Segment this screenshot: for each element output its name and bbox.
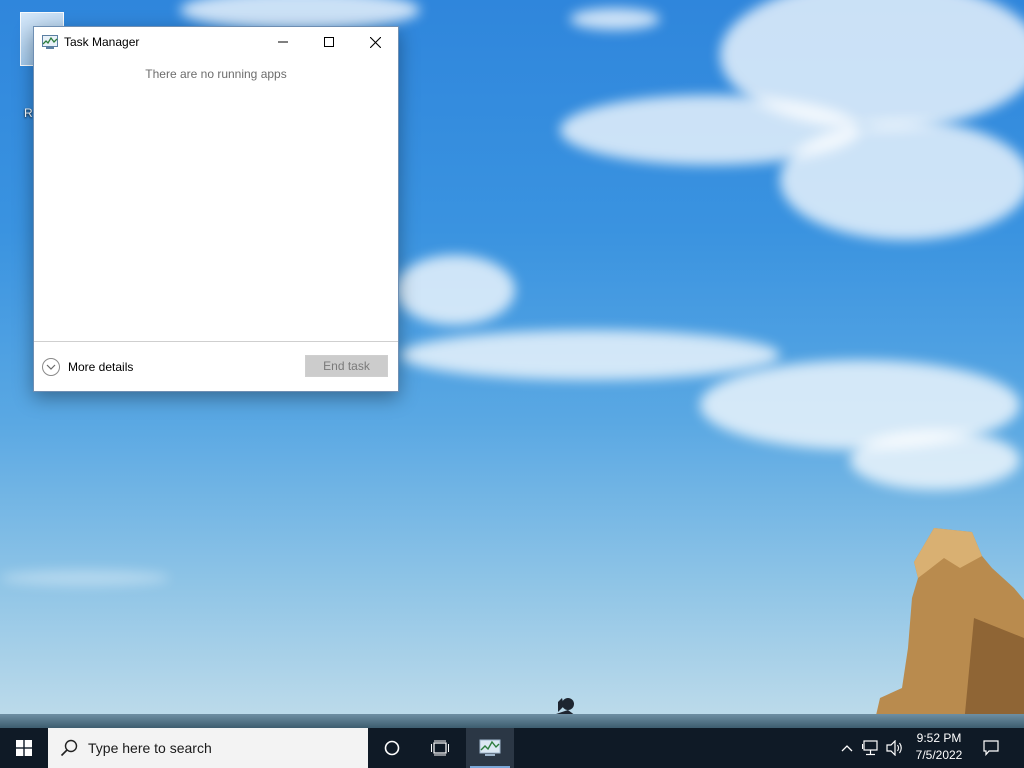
clock-time: 9:52 PM <box>916 731 962 745</box>
volume-button[interactable] <box>884 728 906 768</box>
close-button[interactable] <box>352 27 398 57</box>
end-task-button[interactable]: End task <box>305 355 388 377</box>
chevron-up-icon <box>841 745 853 752</box>
more-details-label: More details <box>68 360 134 374</box>
window-title: Task Manager <box>64 35 140 49</box>
taskbar: Type here to search 9:52 PM 7/5/2022 <box>0 728 1024 768</box>
maximize-icon <box>324 37 334 47</box>
cloud <box>570 8 660 30</box>
task-view-button[interactable] <box>416 728 464 768</box>
title-bar[interactable]: Task Manager <box>34 27 398 57</box>
clock[interactable]: 9:52 PM 7/5/2022 <box>906 730 972 766</box>
action-center-icon <box>983 740 999 756</box>
cloud <box>0 570 170 586</box>
maximize-button[interactable] <box>306 27 352 57</box>
cortana-circle-icon <box>384 740 400 756</box>
network-button[interactable] <box>860 728 882 768</box>
close-icon <box>369 36 381 48</box>
cloud <box>850 430 1020 490</box>
chevron-down-icon <box>42 358 60 376</box>
start-button[interactable] <box>0 728 48 768</box>
empty-apps-message: There are no running apps <box>145 67 287 81</box>
search-icon <box>60 739 78 757</box>
search-placeholder: Type here to search <box>88 740 212 756</box>
network-icon <box>862 740 878 756</box>
cloud <box>400 330 780 380</box>
cortana-button[interactable] <box>368 728 416 768</box>
task-manager-window: Task Manager There are no running apps M… <box>33 26 399 392</box>
clock-date: 7/5/2022 <box>915 748 963 762</box>
rock-formation <box>874 528 1024 724</box>
minimize-icon <box>278 41 288 43</box>
volume-icon <box>886 740 902 756</box>
task-manager-icon <box>42 35 58 49</box>
taskbar-task-manager-button[interactable] <box>466 728 514 768</box>
more-details-button[interactable]: More details <box>42 357 133 377</box>
minimize-button[interactable] <box>260 27 306 57</box>
windows-logo-icon <box>16 740 32 756</box>
cloud <box>395 255 515 325</box>
task-view-icon <box>431 740 449 756</box>
footer-divider <box>34 341 398 342</box>
sea <box>0 714 1024 728</box>
task-manager-taskbar-icon <box>479 739 501 756</box>
search-box[interactable]: Type here to search <box>48 728 368 768</box>
desktop-icon-label: R <box>24 106 33 120</box>
cloud <box>780 120 1024 240</box>
show-hidden-icons-button[interactable] <box>838 728 856 768</box>
notifications-button[interactable] <box>976 728 1006 768</box>
